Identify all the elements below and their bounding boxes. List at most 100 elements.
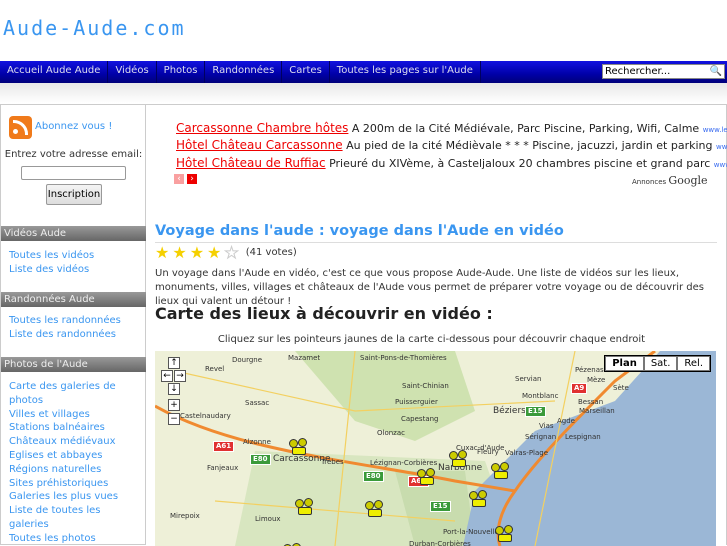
pan-right-button[interactable]: → xyxy=(174,370,186,382)
sidebar-link[interactable]: Liste de toutes les galeries xyxy=(9,504,134,532)
pan-left-button[interactable]: ← xyxy=(161,370,173,382)
map-city-label: Capestang xyxy=(401,415,439,423)
road-label-a9: A9 xyxy=(571,383,588,394)
ads-label-text: Annonces xyxy=(632,178,667,186)
map-city-label: Saint-Chinian xyxy=(402,382,449,390)
map-type-plan[interactable]: Plan xyxy=(605,356,644,371)
sidebar-link[interactable]: Carte des galeries de photos xyxy=(9,380,134,408)
ad-prev-button[interactable]: ‹ xyxy=(174,174,184,184)
sidebar-link[interactable]: Châteaux médiévaux xyxy=(9,435,134,449)
sidebar-heading-videos: Vidéos Aude xyxy=(1,226,146,241)
star-icon[interactable]: ★ xyxy=(172,243,186,262)
map-type-control: Plan Sat. Rel. xyxy=(604,355,711,372)
ad-item: Hôtel Château de Ruffiac Prieuré du XIVè… xyxy=(176,156,727,170)
header-band xyxy=(0,83,727,103)
map[interactable]: Dourgne Mazamet Saint-Pons-de-Thomières Rev… xyxy=(155,351,716,546)
map-city-label: Montblanc xyxy=(522,392,559,400)
ad-url[interactable]: www.h... xyxy=(716,143,727,151)
ad-item: Hôtel Château Carcassonne Au pied de la … xyxy=(176,138,727,152)
nav-randonnees[interactable]: Randonnées xyxy=(205,61,283,83)
star-empty-icon[interactable]: ★ xyxy=(224,243,239,263)
nav-cartes[interactable]: Cartes xyxy=(282,61,330,83)
map-heading: Carte des lieux à découvrir en vidéo : xyxy=(155,304,493,323)
map-city-label: Saint-Pons-de-Thomières xyxy=(360,354,447,362)
ad-title[interactable]: Hôtel Château Carcassonne xyxy=(176,138,343,152)
map-city-label: Mirepoix xyxy=(170,512,200,520)
page-title: Voyage dans l'aude : voyage dans l'Aude … xyxy=(155,223,717,243)
map-city-label: Limoux xyxy=(255,515,281,523)
sidebar-link[interactable]: Galeries les plus vues xyxy=(9,490,134,504)
pan-up-button[interactable]: ↑ xyxy=(168,357,180,369)
sidebar-heading-photos: Photos de l'Aude xyxy=(1,357,146,372)
nav-photos[interactable]: Photos xyxy=(157,61,206,83)
map-city-label: Olonzac xyxy=(377,429,405,437)
ad-desc: A 200m de la Cité Médiévale, Parc Piscin… xyxy=(351,122,700,135)
map-city-label: Port-la-Nouvelle xyxy=(443,528,499,536)
map-hint: Cliquez sur les pointeurs jaunes de la c… xyxy=(217,334,646,345)
road-label-e80: E80 xyxy=(363,471,384,482)
email-label: Entrez votre adresse email: xyxy=(4,149,143,160)
map-city-label: Valras-Plage xyxy=(505,449,549,457)
pan-down-button[interactable]: ↓ xyxy=(168,383,180,395)
map-city-label: Fanjeaux xyxy=(207,464,239,472)
map-city-label: Dourgne xyxy=(232,356,263,364)
map-city-label: Servian xyxy=(515,375,542,383)
email-field[interactable] xyxy=(21,166,126,180)
ad-desc: Au pied de la cité Médièvale * * * Pisci… xyxy=(346,139,713,152)
sidebar-link[interactable]: Villes et villages xyxy=(9,408,134,422)
map-city-label: Lespignan xyxy=(565,433,601,441)
zoom-out-button[interactable]: − xyxy=(168,413,180,425)
nav-all-pages[interactable]: Toutes les pages sur l'Aude xyxy=(330,61,481,83)
sidebar-link[interactable]: Toutes les randonnées xyxy=(9,314,121,328)
nav-home[interactable]: Accueil Aude Aude xyxy=(0,61,109,83)
sidebar-link[interactable]: Toutes les photos xyxy=(9,532,134,546)
sidebar-link[interactable]: Toutes les vidéos xyxy=(9,249,94,263)
nav-videos[interactable]: Vidéos xyxy=(108,61,157,83)
sidebar-link[interactable]: Eglises et abbayes xyxy=(9,449,134,463)
subscribe-button[interactable]: Inscription xyxy=(46,184,102,205)
map-type-sat[interactable]: Sat. xyxy=(643,356,678,371)
rss-icon[interactable] xyxy=(9,116,32,139)
ad-desc: Prieuré du XIVème, à Casteljaloux 20 cha… xyxy=(329,157,711,170)
subscribe-link[interactable]: Abonnez vous ! xyxy=(35,121,112,132)
sidebar-link[interactable]: Liste des vidéos xyxy=(9,263,94,277)
map-background xyxy=(155,351,716,546)
site-logo[interactable]: Aude-Aude.com xyxy=(3,16,186,40)
road-label-e80: E80 xyxy=(250,454,271,465)
map-type-rel[interactable]: Rel. xyxy=(677,356,710,371)
map-city-label: Vias xyxy=(539,422,554,430)
google-logo: Google xyxy=(668,174,708,187)
ad-url[interactable]: www.h... xyxy=(714,161,727,169)
map-city-label: Alzonne xyxy=(243,438,271,446)
sidebar-link[interactable]: Sites préhistoriques xyxy=(9,477,134,491)
search-icon[interactable]: 🔍 xyxy=(710,65,722,78)
search-placeholder: Rechercher... xyxy=(605,66,671,77)
search-input[interactable]: Rechercher... 🔍 xyxy=(602,64,725,79)
map-city-label: Castelnaudary xyxy=(180,412,231,420)
star-icon[interactable]: ★ xyxy=(207,243,221,262)
map-city-label: Revel xyxy=(205,365,225,373)
road-label-e15: E15 xyxy=(525,406,546,417)
road-label-e15: E15 xyxy=(430,501,451,512)
zoom-in-button[interactable]: + xyxy=(168,399,180,411)
ad-url[interactable]: www.lesp... xyxy=(703,126,727,134)
intro-text: Un voyage dans l'Aude en vidéo, c'est ce… xyxy=(155,268,704,307)
rating[interactable]: ★ ★ ★ ★ ★ (41 votes) xyxy=(155,243,297,263)
map-city-label: Lézignan-Corbières xyxy=(370,459,438,467)
star-icon[interactable]: ★ xyxy=(190,243,204,262)
map-city-label: Mèze xyxy=(587,376,606,384)
sidebar-link[interactable]: Liste des randonnées xyxy=(9,328,121,342)
ad-next-button[interactable]: › xyxy=(187,174,197,184)
map-city-label: Agde xyxy=(557,417,575,425)
sidebar-heading-randonnees: Randonnées Aude xyxy=(1,292,146,307)
ads-label[interactable]: Annonces Google xyxy=(632,174,708,187)
ad-title[interactable]: Hôtel Château de Ruffiac xyxy=(176,156,326,170)
sidebar-link[interactable]: Stations balnéaires xyxy=(9,421,134,435)
map-city-label: Puisserguier xyxy=(395,398,438,406)
ad-title[interactable]: Carcassonne Chambre hôtes xyxy=(176,121,348,135)
sidebar-link[interactable]: Régions naturelles xyxy=(9,463,134,477)
star-icon[interactable]: ★ xyxy=(155,243,169,262)
map-city-label: Durban-Corbières xyxy=(409,540,471,546)
map-city-label: Marseillan xyxy=(579,407,615,415)
map-city-label: Bessan xyxy=(578,398,604,406)
